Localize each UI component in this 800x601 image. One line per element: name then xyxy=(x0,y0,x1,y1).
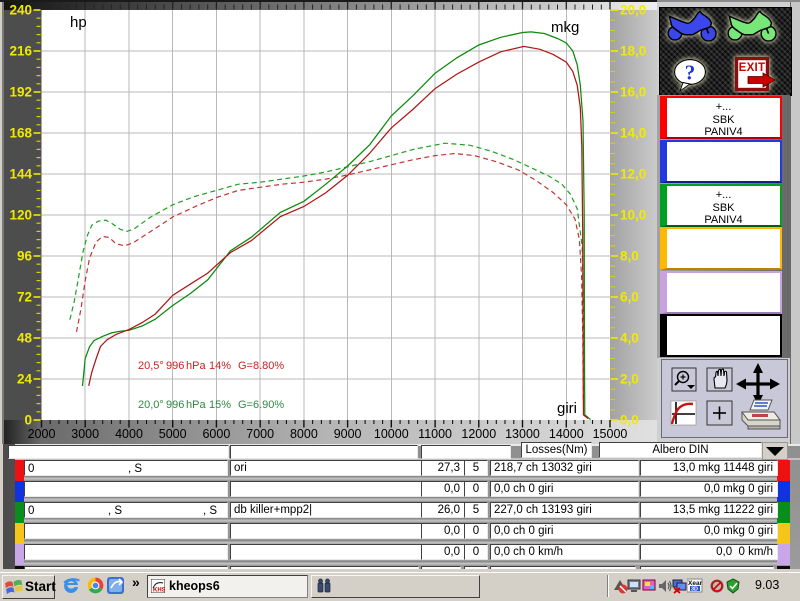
svg-text:48: 48 xyxy=(17,331,33,346)
svg-text:9000: 9000 xyxy=(334,427,362,441)
svg-text:120: 120 xyxy=(9,208,32,223)
svg-text:12000: 12000 xyxy=(461,427,496,441)
svg-text:216: 216 xyxy=(9,44,32,59)
svg-text:144: 144 xyxy=(9,167,32,182)
svg-text:6,0: 6,0 xyxy=(620,290,639,305)
svg-text:14,0: 14,0 xyxy=(620,126,646,141)
svg-text:hp: hp xyxy=(70,14,87,31)
svg-text:20,0°996hPa15%G=6.90%: 20,0°996hPa15%G=6.90% xyxy=(138,399,284,411)
svg-text:3D: 3D xyxy=(691,587,698,593)
svg-text:20,5°996hPa14%G=8.80%: 20,5°996hPa14%G=8.80% xyxy=(138,360,284,372)
svg-text:192: 192 xyxy=(9,85,32,100)
svg-text:KHS: KHS xyxy=(153,588,165,594)
svg-text:4000: 4000 xyxy=(115,427,143,441)
svg-text:10000: 10000 xyxy=(374,427,409,441)
svg-text:8,0: 8,0 xyxy=(620,249,639,264)
svg-text:6000: 6000 xyxy=(202,427,230,441)
svg-text:168: 168 xyxy=(9,126,32,141)
svg-text:0: 0 xyxy=(24,413,32,428)
svg-text:8000: 8000 xyxy=(290,427,318,441)
svg-text:16,0: 16,0 xyxy=(620,85,646,100)
svg-text:mkg: mkg xyxy=(551,19,579,36)
svg-text:2000: 2000 xyxy=(28,427,56,441)
svg-text:2,0: 2,0 xyxy=(620,372,639,387)
svg-text:giri: giri xyxy=(557,400,577,417)
svg-text:12,0: 12,0 xyxy=(620,167,646,182)
svg-text:3000: 3000 xyxy=(71,427,99,441)
svg-text:24: 24 xyxy=(17,372,33,387)
svg-text:11000: 11000 xyxy=(418,427,452,441)
svg-text:0,0: 0,0 xyxy=(620,413,639,428)
svg-text:5000: 5000 xyxy=(159,427,187,441)
svg-text:4,0: 4,0 xyxy=(620,331,639,346)
svg-text:18,0: 18,0 xyxy=(620,44,646,59)
svg-text:20,0: 20,0 xyxy=(620,3,646,18)
svg-text:15000: 15000 xyxy=(593,427,628,441)
svg-text:240: 240 xyxy=(9,3,32,18)
svg-text:7000: 7000 xyxy=(246,427,274,441)
svg-text:10,0: 10,0 xyxy=(620,208,646,223)
svg-text:13000: 13000 xyxy=(505,427,540,441)
svg-text:?: ? xyxy=(685,61,696,85)
svg-text:14000: 14000 xyxy=(549,427,584,441)
svg-text:EXIT: EXIT xyxy=(739,62,766,74)
svg-text:72: 72 xyxy=(17,290,32,305)
svg-text:96: 96 xyxy=(17,249,33,264)
